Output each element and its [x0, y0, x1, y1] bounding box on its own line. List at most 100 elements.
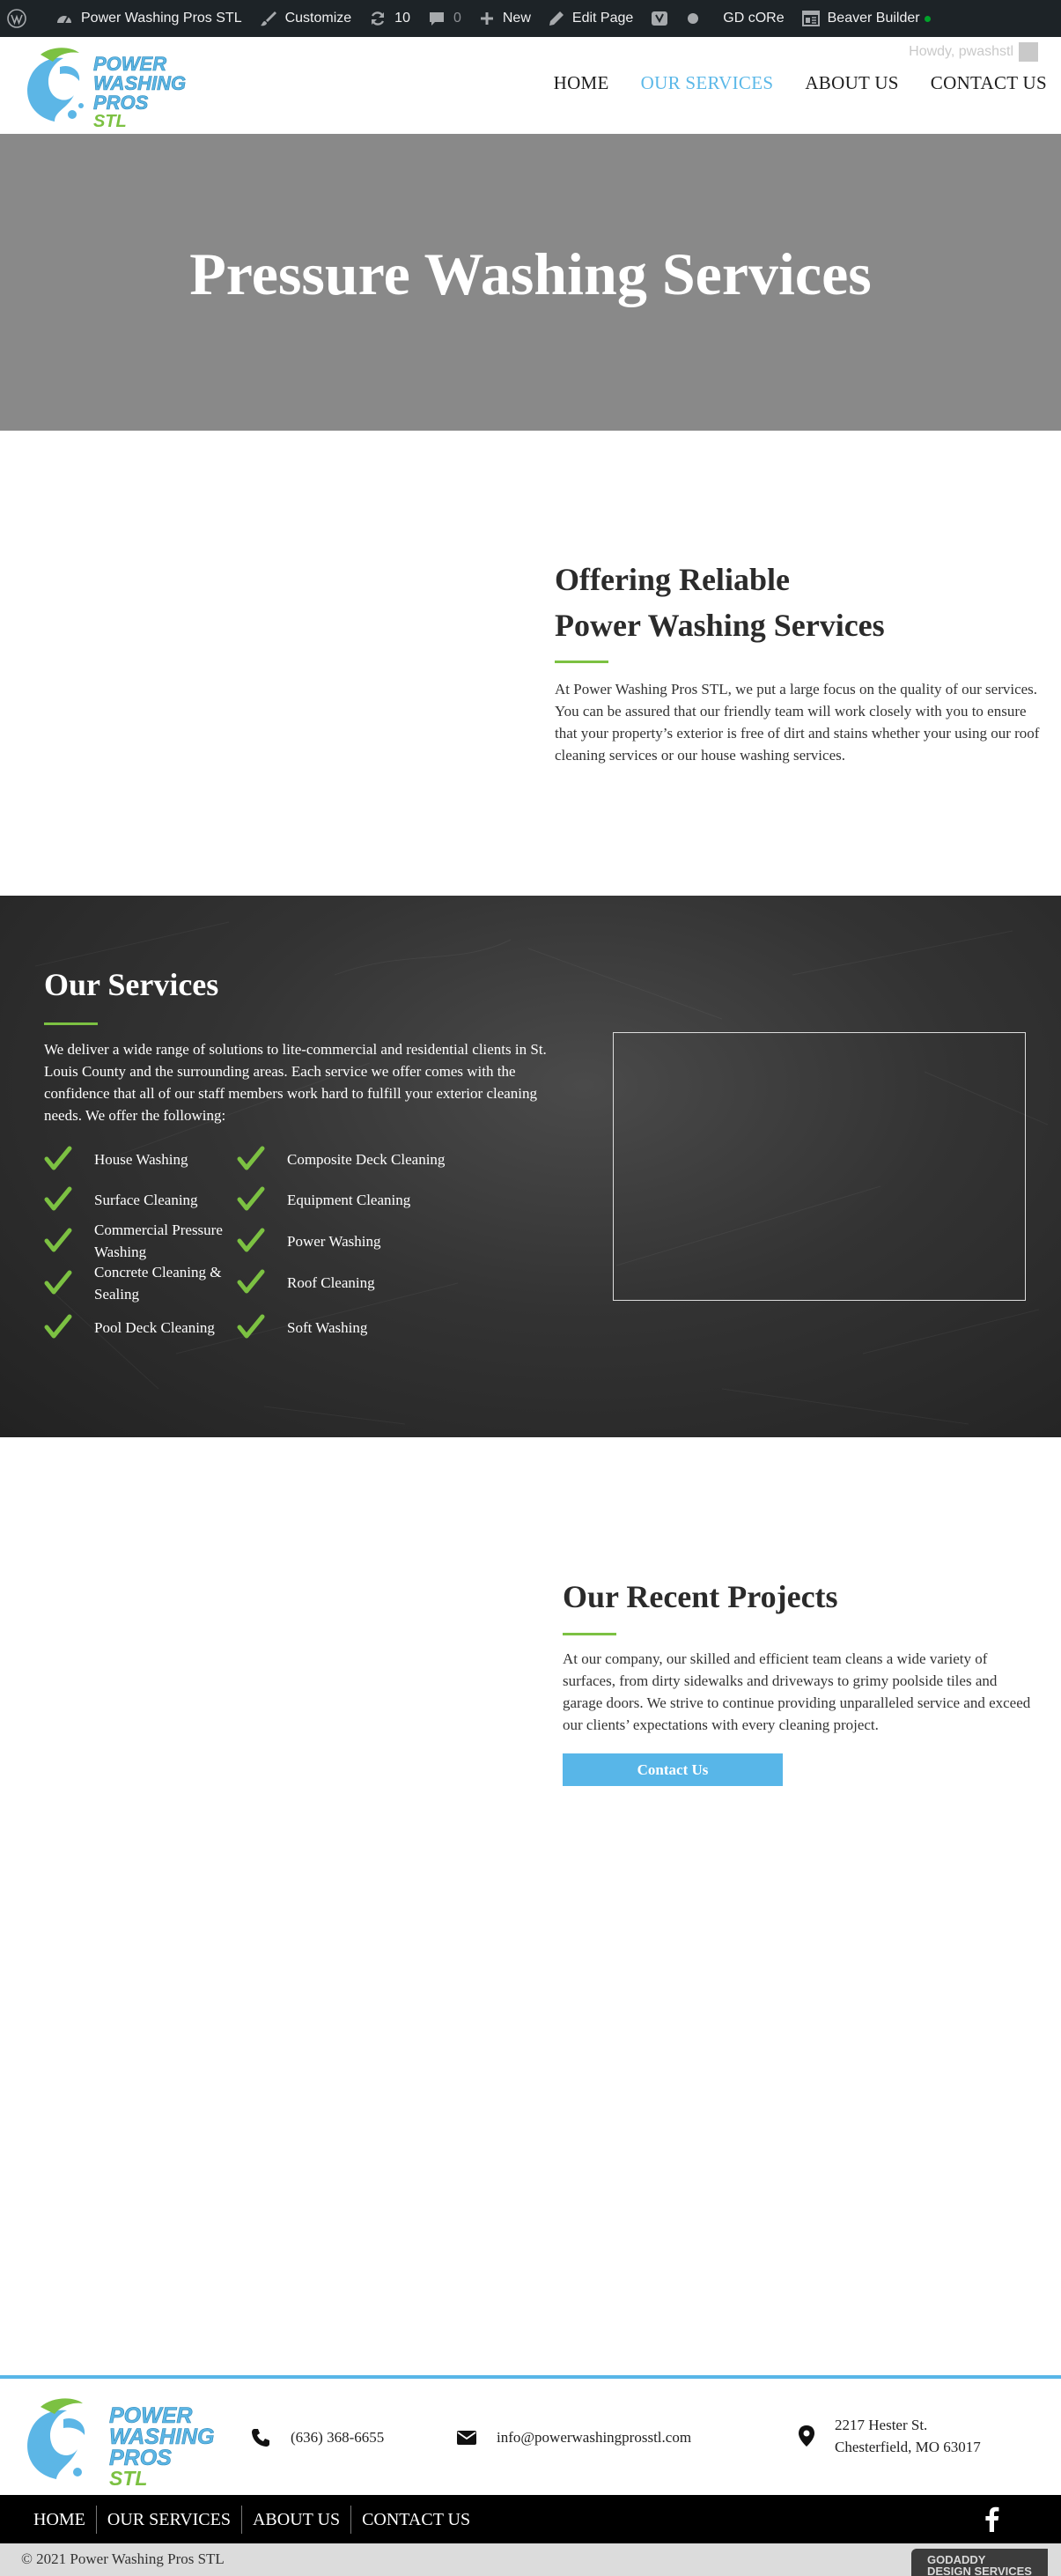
service-name: Pool Deck Cleaning [94, 1318, 215, 1336]
footer-email[interactable]: info@powerwashingprosstl.com [456, 2426, 691, 2448]
footer-phone[interactable]: (636) 368-6655 [250, 2426, 384, 2448]
footer-nav-bar: HOME OUR SERVICES ABOUT US CONTACT US [0, 2495, 1061, 2543]
checkmark-icon [237, 1228, 265, 1252]
site-logo[interactable]: POWER WASHING PROS STL [19, 41, 213, 137]
footer-logo-text-4: STL [109, 2467, 147, 2490]
intro-heading-line-2: Power Washing Services [555, 608, 885, 643]
list-item: Commercial Pressure Washing [44, 1219, 238, 1263]
video-embed[interactable] [613, 1032, 1026, 1301]
updates-icon [372, 11, 385, 26]
service-name: Concrete Cleaning & Sealing [94, 1264, 222, 1303]
service-name: Equipment Cleaning [287, 1191, 411, 1208]
footer-logo[interactable]: POWER WASHING PROS STL [19, 2391, 244, 2496]
projects-section: Our Recent Projects At our company, our … [563, 1578, 1038, 1786]
footer-nav-contact-us[interactable]: CONTACT US [350, 2506, 481, 2534]
admin-gd-label: GD cORe [723, 11, 785, 26]
admin-customize-label: Customize [284, 11, 352, 26]
list-item: Composite Deck Cleaning [237, 1146, 445, 1172]
nav-contact-us[interactable]: CONTACT US [931, 72, 1047, 94]
site-header: Howdy, pwashstl POWER WASHING PROS STL H… [0, 37, 1061, 134]
address-line-1: 2217 Hester St. [835, 2417, 928, 2433]
footer-address[interactable]: 2217 Hester St. Chesterfield, MO 63017 [798, 2414, 981, 2458]
brush-icon [260, 11, 276, 26]
dashboard-icon [57, 16, 71, 24]
services-body: We deliver a wide range of solutions to … [44, 1041, 547, 1124]
admin-builder-label: Beaver Builder [827, 11, 920, 26]
hero-banner: Pressure Washing Services [0, 134, 1061, 431]
service-name: Surface Cleaning [94, 1191, 198, 1208]
list-item: Roof Cleaning [237, 1269, 375, 1295]
list-item: Pool Deck Cleaning [44, 1314, 215, 1340]
avatar[interactable] [1019, 42, 1038, 62]
admin-beaver-builder[interactable]: Beaver Builder [793, 0, 939, 37]
projects-divider [563, 1633, 616, 1635]
godaddy-badge[interactable]: GODADDY DESIGN SERVICES [911, 2549, 1048, 2576]
footer-nav-about-us[interactable]: ABOUT US [240, 2506, 350, 2534]
intro-section: Offering Reliable Power Washing Services… [555, 557, 1043, 766]
intro-heading: Offering Reliable Power Washing Services [555, 557, 1043, 648]
admin-bar: Power Washing Pros STL Customize 10 0 Ne… [0, 0, 1061, 37]
checkmark-icon [237, 1314, 265, 1339]
admin-comments[interactable]: 0 [419, 0, 470, 37]
checkmark-icon [44, 1146, 72, 1170]
admin-comments-count: 0 [453, 11, 461, 26]
footer-nav-home[interactable]: HOME [23, 2506, 96, 2534]
checkmark-icon [44, 1270, 72, 1295]
admin-site-name-label: Power Washing Pros STL [81, 11, 242, 26]
services-section: Our Services We deliver a wide range of … [0, 896, 1061, 1437]
list-item: Surface Cleaning [44, 1186, 198, 1213]
service-name: Roof Cleaning [287, 1273, 375, 1291]
nav-home[interactable]: HOME [554, 72, 609, 94]
nav-about-us[interactable]: ABOUT US [805, 72, 898, 94]
list-item: Power Washing [237, 1228, 380, 1254]
contact-us-button[interactable]: Contact Us [563, 1753, 783, 1786]
checkmark-icon [237, 1269, 265, 1294]
nav-our-services[interactable]: OUR SERVICES [641, 72, 774, 94]
intro-body: At Power Washing Pros STL, we put a larg… [555, 681, 1040, 764]
seo-status-dot-icon[interactable] [680, 0, 714, 37]
checkmark-icon [44, 1186, 72, 1211]
admin-updates[interactable]: 10 [360, 0, 419, 37]
facebook-icon[interactable] [984, 2506, 999, 2536]
copyright-text: © 2021 Power Washing Pros STL [21, 2550, 225, 2567]
service-name: House Washing [94, 1150, 188, 1168]
footer-nav-our-services[interactable]: OUR SERVICES [95, 2506, 241, 2534]
services-heading: Our Services [44, 967, 219, 1002]
service-name: Power Washing [287, 1232, 381, 1250]
logo-text-line-3: PROS [93, 92, 149, 114]
list-item: Soft Washing [237, 1314, 367, 1340]
checkmark-icon [44, 1228, 72, 1252]
phone-icon [252, 2428, 269, 2447]
plus-icon [480, 12, 493, 25]
heading-divider [555, 661, 608, 663]
checkmark-icon [237, 1146, 265, 1170]
address-line-2: Chesterfield, MO 63017 [835, 2439, 981, 2455]
list-item: Equipment Cleaning [237, 1186, 410, 1213]
builder-status-dot [924, 15, 931, 22]
admin-site-name[interactable]: Power Washing Pros STL [47, 0, 251, 37]
admin-new-label: New [502, 11, 531, 26]
address-block: 2217 Hester St. Chesterfield, MO 63017 [835, 2414, 981, 2458]
admin-updates-count: 10 [394, 11, 410, 26]
page-title: Pressure Washing Services [189, 240, 872, 307]
admin-new[interactable]: New [470, 0, 540, 37]
email-address: info@powerwashingprosstl.com [497, 2429, 692, 2446]
admin-edit-page[interactable]: Edit Page [540, 0, 642, 37]
badge-line-2: DESIGN SERVICES [927, 2565, 1032, 2576]
admin-gd-core[interactable]: GD cORe [714, 0, 792, 37]
builder-icon [801, 11, 820, 26]
services-divider [44, 1022, 98, 1025]
intro-heading-line-1: Offering Reliable [555, 562, 790, 597]
service-name: Composite Deck Cleaning [287, 1150, 446, 1168]
list-item: Concrete Cleaning & Sealing [44, 1261, 238, 1305]
footer-contact-bar: POWER WASHING PROS STL (636) 368-6655 in… [0, 2375, 1061, 2495]
logo-text-line-4: STL [93, 112, 127, 131]
howdy-greeting[interactable]: Howdy, pwashstl [909, 44, 1013, 60]
yoast-seo-icon[interactable] [642, 0, 680, 37]
wordpress-logo-icon[interactable] [0, 0, 47, 37]
admin-customize[interactable]: Customize [251, 0, 361, 37]
projects-body: At our company, our skilled and efficien… [563, 1650, 1031, 1733]
pencil-icon [549, 11, 564, 26]
projects-heading: Our Recent Projects [563, 1579, 838, 1614]
phone-number: (636) 368-6655 [291, 2429, 385, 2446]
